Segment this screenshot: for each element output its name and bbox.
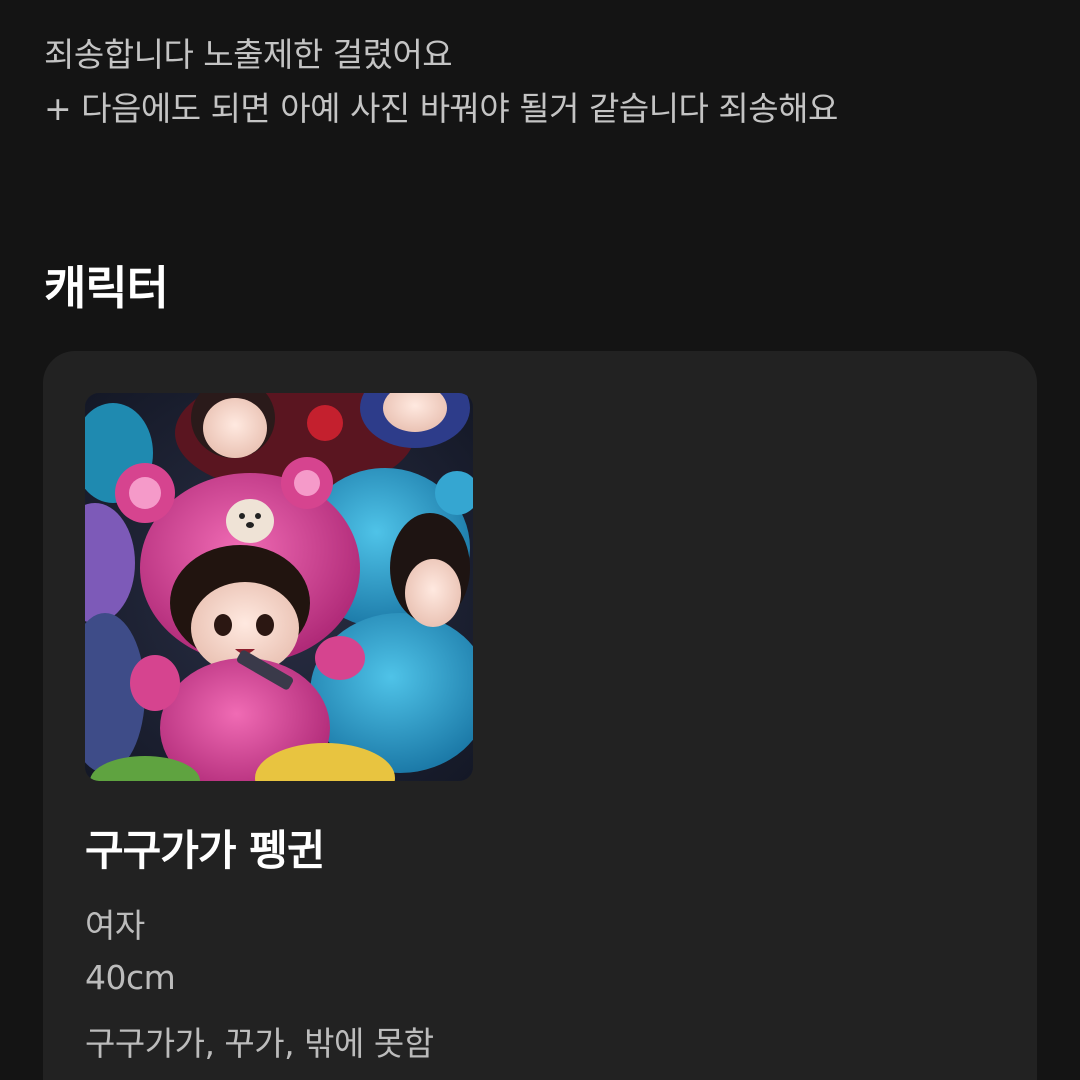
character-gender: 여자 <box>85 906 145 945</box>
character-speech: 구구가가, 꾸가, 밖에 못함 <box>85 1024 434 1063</box>
notice-line-2: + 다음에도 되면 아예 사진 바꿔야 될거 같습니다 죄송해요 <box>44 89 838 128</box>
notice-line-1: 죄송합니다 노출제한 걸렸어요 <box>44 35 453 74</box>
plush-photo-illustration <box>85 393 473 781</box>
section-title-character: 캐릭터 <box>44 261 169 315</box>
character-name: 구구가가 펭귄 <box>85 826 325 875</box>
character-size: 40cm <box>85 958 176 997</box>
character-image[interactable] <box>85 393 473 781</box>
notice-text: 죄송합니다 노출제한 걸렸어요 + 다음에도 되면 아예 사진 바꿔야 될거 같… <box>44 28 1044 136</box>
character-card[interactable]: 구구가가 펭귄 여자 40cm 구구가가, 꾸가, 밖에 못함 <box>43 351 1037 1080</box>
page: 죄송합니다 노출제한 걸렸어요 + 다음에도 되면 아예 사진 바꿔야 될거 같… <box>0 0 1080 1080</box>
